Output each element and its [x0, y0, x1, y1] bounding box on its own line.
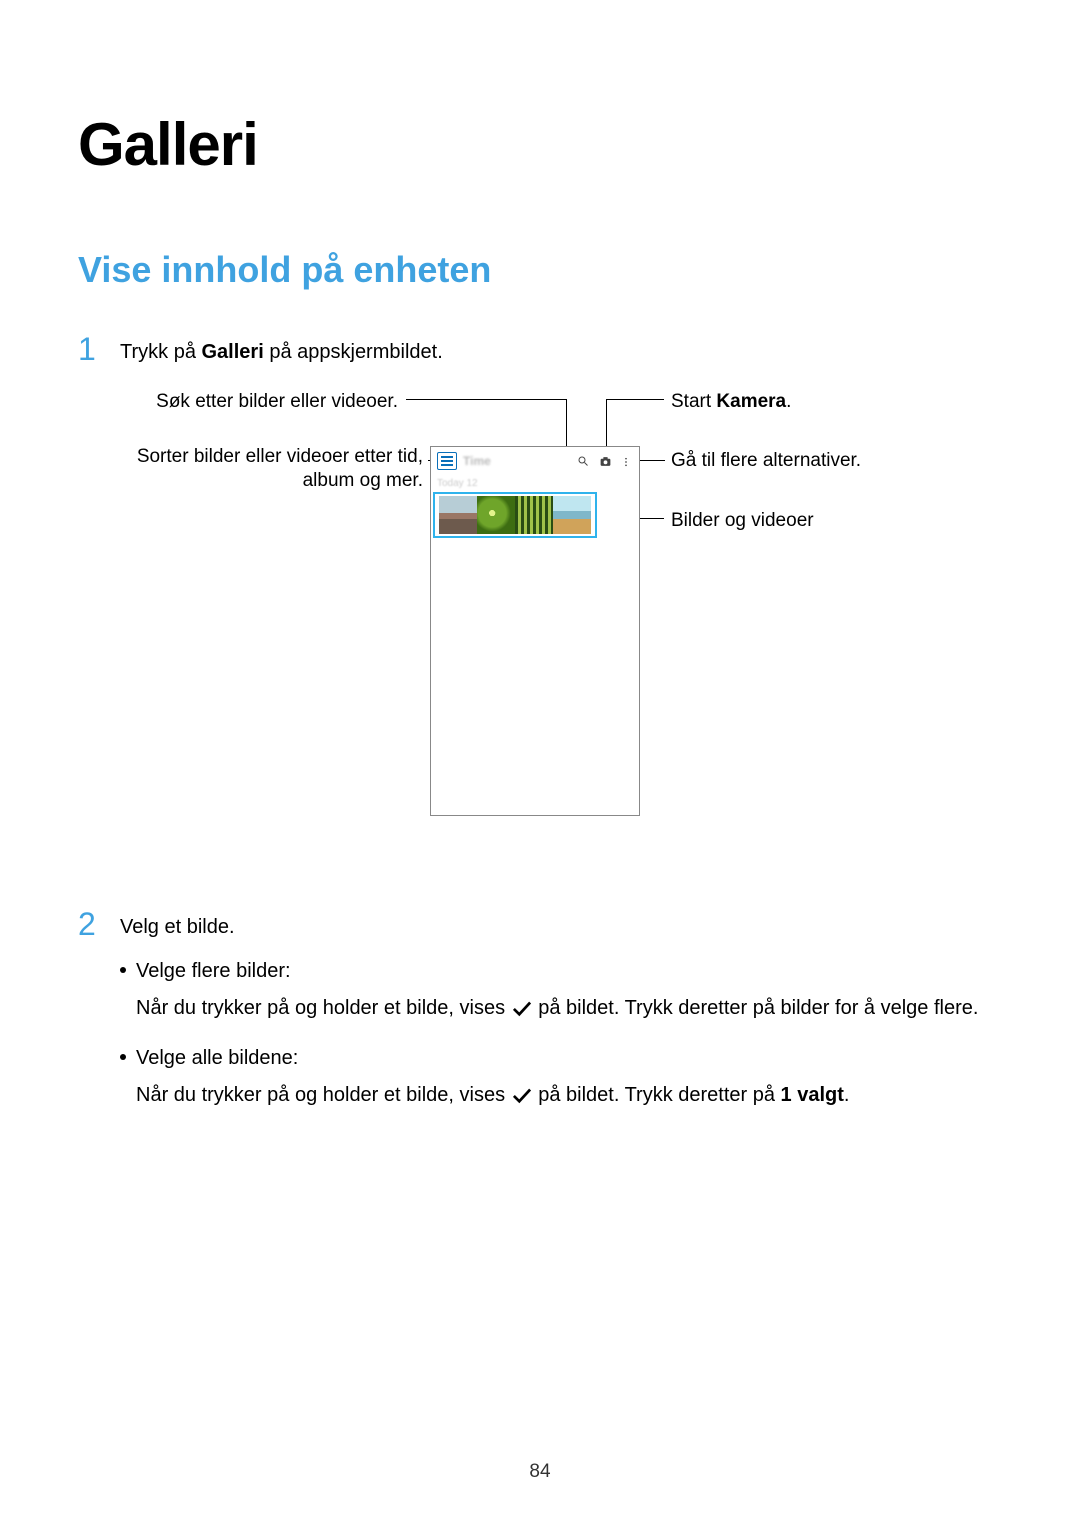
- camera-icon: [599, 455, 611, 467]
- search-icon: [577, 455, 589, 467]
- callout-camera-pre: Start: [671, 391, 716, 412]
- callout-camera-post: .: [786, 391, 791, 412]
- bullet-2-title: Velge alle bildene:: [136, 1043, 978, 1074]
- bullet-2-body: Når du trykker på og holder et bilde, vi…: [136, 1080, 978, 1114]
- thumbnail: [553, 496, 591, 534]
- bullet-1-title: Velge flere bilder:: [136, 956, 978, 987]
- bullet-2-mid: på bildet. Trykk deretter på: [538, 1084, 780, 1106]
- bullet-2-bold: 1 valgt: [781, 1084, 844, 1106]
- callout-search: Søk etter bilder eller videoer.: [78, 389, 398, 415]
- callout-sort-line2: album og mer.: [78, 468, 423, 494]
- callout-more: Gå til flere alternativer.: [671, 448, 861, 474]
- bullet-list: Velge flere bilder: Når du trykker på og…: [120, 956, 978, 1114]
- check-icon: [511, 996, 533, 1027]
- step-2-body: Velg et bilde. Velge flere bilder: Når d…: [120, 906, 978, 1130]
- bullet-1-post: på bildet. Trykk deretter på bilder for …: [538, 997, 978, 1019]
- page-number: 84: [0, 1461, 1080, 1483]
- bullet-1-text: Velge flere bilder: Når du trykker på og…: [136, 956, 978, 1027]
- step-1-bold: Galleri: [202, 341, 264, 363]
- callout-camera-bold: Kamera: [716, 391, 786, 412]
- step-number: 2: [78, 906, 120, 943]
- diagram: Søk etter bilder eller videoer. Sorter b…: [78, 386, 1002, 866]
- thumbnail: [439, 496, 477, 534]
- bullet-2-text: Velge alle bildene: Når du trykker på og…: [136, 1043, 978, 1114]
- callout-camera: Start Kamera.: [671, 389, 791, 415]
- bullet-2-post: .: [844, 1084, 850, 1106]
- bullet-1-pre: Når du trykker på og holder et bilde, vi…: [136, 997, 511, 1019]
- step-1: 1 Trykk på Galleri på appskjermbildet.: [78, 331, 1002, 368]
- hamburger-icon: [437, 452, 457, 470]
- sort-label: Time: [463, 454, 491, 468]
- page-title: Galleri: [78, 110, 1002, 179]
- date-label: Today 12: [431, 475, 639, 492]
- phone-screenshot: Time Today 12: [430, 446, 640, 816]
- step-1-post: på appskjermbildet.: [264, 341, 443, 363]
- thumbnail: [477, 496, 515, 534]
- leader-line: [406, 399, 566, 400]
- step-1-text: Trykk på Galleri på appskjermbildet.: [120, 331, 443, 367]
- page: Galleri Vise innhold på enheten 1 Trykk …: [0, 0, 1080, 1527]
- thumbnail: [515, 496, 553, 534]
- bullet-1-body: Når du trykker på og holder et bilde, vi…: [136, 993, 978, 1027]
- check-icon: [511, 1083, 533, 1114]
- bullet-item: Velge alle bildene: Når du trykker på og…: [120, 1043, 978, 1114]
- more-icon: [621, 455, 633, 467]
- step-2: 2 Velg et bilde. Velge flere bilder: Når…: [78, 906, 1002, 1130]
- callout-sort-line1: Sorter bilder eller videoer etter tid,: [78, 444, 423, 470]
- thumbnail-row: [433, 492, 597, 538]
- step-1-pre: Trykk på: [120, 341, 202, 363]
- bullet-dot-icon: [120, 1054, 126, 1060]
- callout-media: Bilder og videoer: [671, 508, 814, 534]
- bullet-2-pre: Når du trykker på og holder et bilde, vi…: [136, 1084, 511, 1106]
- bullet-item: Velge flere bilder: Når du trykker på og…: [120, 956, 978, 1027]
- section-title: Vise innhold på enheten: [78, 249, 1002, 291]
- bullet-dot-icon: [120, 967, 126, 973]
- leader-line: [606, 399, 664, 400]
- toolbar-icons: [577, 455, 633, 467]
- step-2-intro: Velg et bilde.: [120, 912, 978, 942]
- step-number: 1: [78, 331, 120, 368]
- phone-toolbar: Time: [431, 447, 639, 475]
